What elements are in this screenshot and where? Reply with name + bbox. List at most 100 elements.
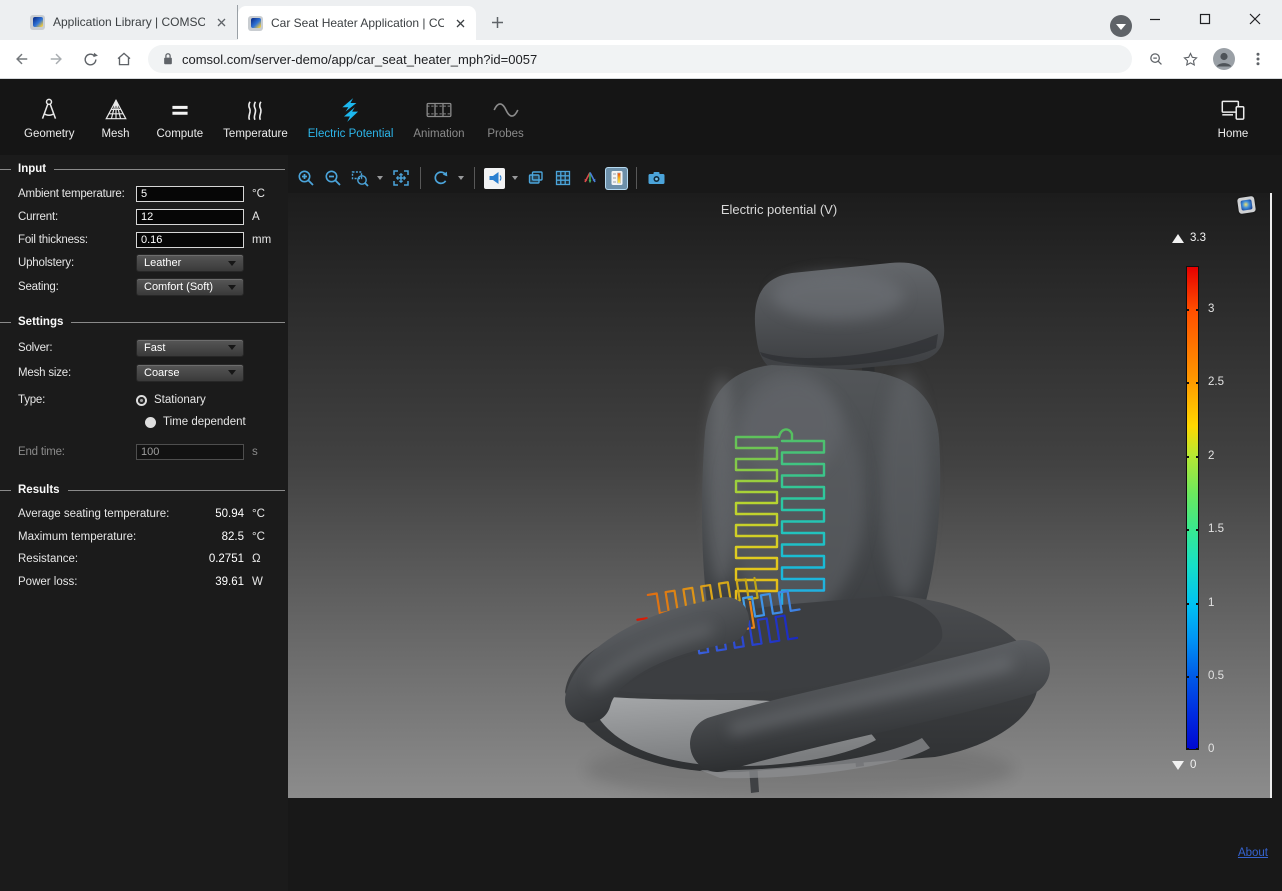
section-header-settings: Settings <box>0 316 288 328</box>
select-value: Fast <box>144 342 165 354</box>
field-label: Type: <box>18 394 136 406</box>
ribbon-label: Home <box>1218 128 1249 140</box>
radio-label: Time dependent <box>163 416 246 428</box>
grid-icon[interactable] <box>552 168 573 189</box>
result-label: Maximum temperature: <box>18 531 222 543</box>
stationary-radio[interactable] <box>136 395 147 406</box>
field-label: Ambient temperature: <box>18 188 136 200</box>
field-row-type: Type: Stationary <box>0 389 288 411</box>
ribbon-label: Mesh <box>101 128 129 140</box>
tab-title: Application Library | COMSOL Se <box>53 15 205 29</box>
field-row-end-time: End time: s <box>0 439 288 465</box>
solver-select[interactable]: Fast <box>136 339 244 357</box>
result-unit: °C <box>252 531 278 543</box>
ribbon-button-home[interactable]: Home <box>1202 95 1264 140</box>
ambient-temperature-input[interactable] <box>136 186 244 202</box>
upholstery-select[interactable]: Leather <box>136 254 244 272</box>
ribbon-label: Electric Potential <box>308 128 394 140</box>
time-dependent-radio[interactable] <box>145 417 156 428</box>
tab-application-library[interactable]: Application Library | COMSOL Se <box>20 5 238 39</box>
snapshot-camera-icon[interactable] <box>646 168 667 189</box>
field-label: Current: <box>18 211 136 223</box>
field-label: Mesh size: <box>18 367 136 379</box>
electric-potential-bolt-icon <box>338 95 364 123</box>
probes-wave-icon <box>492 95 520 123</box>
tab-title: Car Seat Heater Application | CO <box>271 16 444 30</box>
settings-sidebar: Input Ambient temperature: °C Current: A… <box>0 155 288 891</box>
colorbar-tick-label: 0 <box>1208 743 1242 755</box>
ribbon-button-probes[interactable]: Probes <box>475 95 537 140</box>
field-row-mesh-size: Mesh size: Coarse <box>0 360 288 385</box>
ribbon-button-geometry[interactable]: Geometry <box>14 95 85 140</box>
reset-view-icon[interactable] <box>430 168 451 189</box>
browser-update-icon[interactable] <box>1110 15 1132 37</box>
field-label: End time: <box>18 446 136 458</box>
color-legend-toggle-icon[interactable] <box>606 168 627 189</box>
new-tab-button[interactable] <box>484 9 510 35</box>
field-unit: A <box>252 211 282 223</box>
ribbon-button-electric-potential[interactable]: Electric Potential <box>298 95 404 140</box>
home-devices-icon <box>1218 95 1248 123</box>
reload-icon[interactable] <box>76 45 104 73</box>
zoom-indicator-icon[interactable] <box>1142 45 1170 73</box>
field-row-solver: Solver: Fast <box>0 335 288 360</box>
bookmark-star-icon[interactable] <box>1176 45 1204 73</box>
result-row-average-temperature: Average seating temperature: 50.94 °C <box>0 503 288 526</box>
select-value: Leather <box>144 257 181 269</box>
about-link[interactable]: About <box>1238 847 1268 859</box>
browser-menu-icon[interactable] <box>1244 45 1272 73</box>
colorbar-tick-label: 2 <box>1208 450 1242 462</box>
colorbar-tick-label: 1 <box>1208 597 1242 609</box>
axes-orientation-icon[interactable] <box>579 168 600 189</box>
toolbar-separator <box>420 167 421 189</box>
profile-avatar[interactable] <box>1210 45 1238 73</box>
mesh-size-select[interactable]: Coarse <box>136 364 244 382</box>
zoom-extents-icon[interactable] <box>390 168 411 189</box>
result-unit: Ω <box>252 553 278 565</box>
default-view-icon[interactable] <box>484 168 505 189</box>
close-window-button[interactable] <box>1242 6 1268 32</box>
chevron-down-icon <box>228 370 236 375</box>
zoom-out-icon[interactable] <box>322 168 343 189</box>
ribbon-button-animation[interactable]: Animation <box>403 95 474 140</box>
seating-select[interactable]: Comfort (Soft) <box>136 278 244 296</box>
zoom-in-icon[interactable] <box>295 168 316 189</box>
field-unit: °C <box>252 188 282 200</box>
ribbon-button-mesh[interactable]: Mesh <box>85 95 147 140</box>
maximize-button[interactable] <box>1192 6 1218 32</box>
forward-icon[interactable] <box>42 45 70 73</box>
colorbar-tick-label: 3 <box>1208 303 1242 315</box>
field-row-upholstery: Upholstery: Leather <box>0 251 288 275</box>
field-row-current: Current: A <box>0 205 288 228</box>
result-value: 50.94 <box>215 508 244 520</box>
graphics-panel: Electric potential (V) <box>288 155 1282 891</box>
scene-light-icon[interactable] <box>525 168 546 189</box>
chevron-down-icon[interactable] <box>458 176 464 180</box>
field-unit: mm <box>252 234 282 246</box>
comsol-favicon <box>248 16 263 31</box>
colorbar-max: 3.3 <box>1172 232 1206 244</box>
minimize-button[interactable] <box>1142 6 1168 32</box>
back-icon[interactable] <box>8 45 36 73</box>
field-row-ambient-temperature: Ambient temperature: °C <box>0 182 288 205</box>
colorbar-max-arrow-icon <box>1172 234 1184 243</box>
end-time-input <box>136 444 244 460</box>
current-input[interactable] <box>136 209 244 225</box>
ribbon-button-temperature[interactable]: Temperature <box>213 95 298 140</box>
home-icon[interactable] <box>110 45 138 73</box>
tab-car-seat-heater[interactable]: Car Seat Heater Application | CO <box>238 6 476 40</box>
field-label: Solver: <box>18 342 136 354</box>
plot-canvas[interactable]: Electric potential (V) <box>288 193 1270 798</box>
chevron-down-icon <box>228 285 236 290</box>
tab-close-icon[interactable] <box>452 15 468 31</box>
url-bar[interactable]: comsol.com/server-demo/app/car_seat_heat… <box>148 45 1132 73</box>
zoom-box-icon[interactable] <box>349 168 370 189</box>
app-ribbon: Geometry Mesh Compute Temperature Electr… <box>0 79 1282 155</box>
chevron-down-icon[interactable] <box>377 176 383 180</box>
colorbar-tick-label: 2.5 <box>1208 376 1242 388</box>
chevron-down-icon[interactable] <box>512 176 518 180</box>
ribbon-button-compute[interactable]: Compute <box>147 95 214 140</box>
foil-thickness-input[interactable] <box>136 232 244 248</box>
colorbar-tick-label: 0.5 <box>1208 670 1242 682</box>
tab-close-icon[interactable] <box>213 14 229 30</box>
